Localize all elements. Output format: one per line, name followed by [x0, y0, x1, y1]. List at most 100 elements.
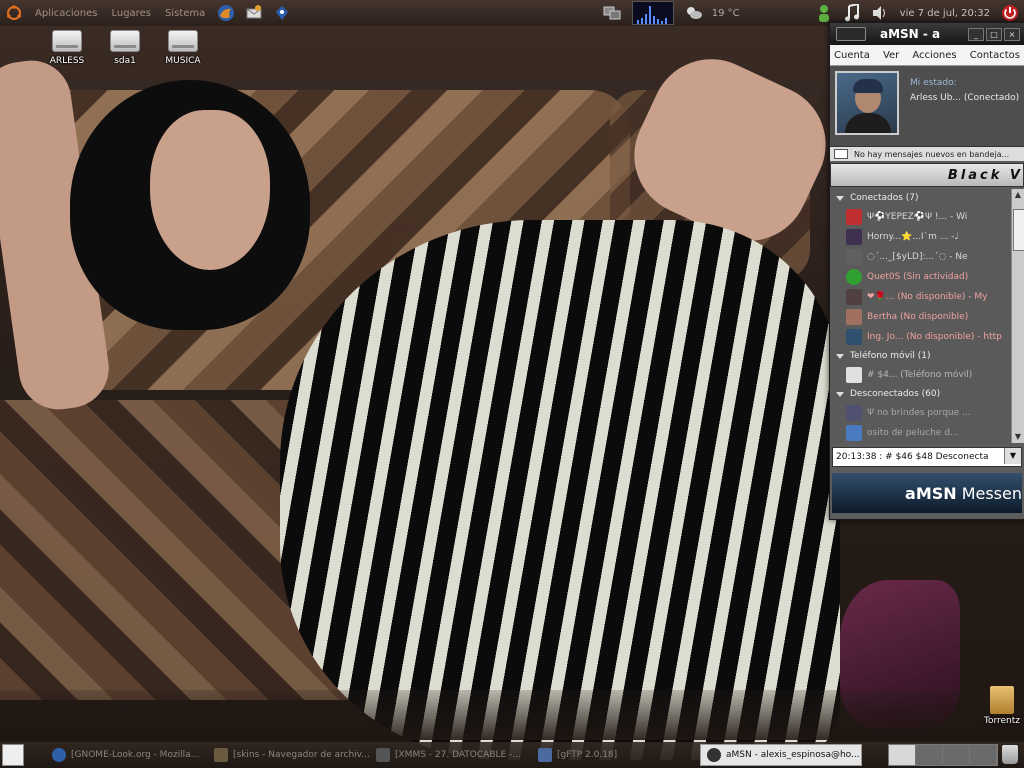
desktop-icon-torrentz[interactable]: Torrentz — [980, 686, 1024, 726]
contact-avatar — [846, 329, 862, 345]
workspace-switcher[interactable] — [888, 744, 998, 766]
taskbar-item-amsn[interactable]: aMSN - alexis_espinosa@ho... — [700, 744, 862, 766]
contact-name: Ψ⚽YEPEZ⚽Ψ !... - Wi — [867, 212, 968, 222]
brand-main: aMSN — [905, 483, 957, 503]
desktop-icon-label: Torrentz — [983, 716, 1020, 726]
contact-item[interactable]: ❤🌹... (No disponible) - My — [830, 287, 1024, 307]
weather-icon[interactable] — [683, 2, 705, 24]
taskbar-label: [skins - Navegador de archiv... — [233, 750, 370, 760]
desktop-icon-musica[interactable]: MUSICA — [153, 30, 213, 66]
desktop-icon-label: ARLESS — [49, 56, 85, 66]
contact-avatar — [846, 405, 862, 421]
contact-item[interactable]: Ψ⚽YEPEZ⚽Ψ !... - Wi — [830, 207, 1024, 227]
contact-avatar — [846, 289, 862, 305]
amsn-menubar: Cuenta Ver Acciones Contactos — [830, 45, 1024, 66]
ubuntu-logo-icon[interactable] — [3, 2, 25, 24]
menu-sistema[interactable]: Sistema — [158, 8, 212, 19]
clock[interactable]: vie 7 de jul, 20:32 — [900, 8, 990, 19]
contact-item[interactable]: Ing. Jo... (No disponible) - http — [830, 327, 1024, 347]
workspace-2[interactable] — [916, 745, 943, 765]
trash-icon[interactable] — [1002, 745, 1018, 764]
volume-icon[interactable] — [869, 2, 891, 24]
minimize-button[interactable]: _ — [968, 28, 984, 41]
desktop-icon-sda1[interactable]: sda1 — [95, 30, 155, 66]
chevron-down-icon[interactable]: ▼ — [1004, 448, 1021, 464]
folder-icon — [990, 686, 1014, 714]
contact-item[interactable]: osito de peluche d... — [830, 423, 1024, 443]
amsn-brand-banner: aMSN Messen — [832, 473, 1022, 513]
workspace-3[interactable] — [943, 745, 970, 765]
contact-item[interactable]: Horny...⭐...I`m ... -♩ — [830, 227, 1024, 247]
avatar[interactable] — [835, 71, 899, 135]
close-button[interactable]: × — [1004, 28, 1020, 41]
contact-avatar — [846, 269, 862, 285]
scroll-thumb[interactable] — [1013, 209, 1024, 251]
contact-avatar — [846, 209, 862, 225]
wallpaper-floor — [0, 690, 1024, 740]
contact-item[interactable]: Bertha (No disponible) — [830, 307, 1024, 327]
menu-acciones[interactable]: Acciones — [912, 50, 956, 61]
status-label: Mi estado: — [910, 78, 957, 88]
show-desktop-button[interactable] — [2, 744, 24, 766]
contact-name: Ing. Jo... (No disponible) - http — [867, 332, 1002, 342]
contact-item[interactable]: Ψ no brindes porque ... — [830, 403, 1024, 423]
scroll-up-icon[interactable]: ▲ — [1012, 189, 1024, 201]
folder-icon — [214, 748, 228, 762]
amsn-window: aMSN - a _ □ × Cuenta Ver Acciones Conta… — [829, 22, 1024, 520]
system-monitor-graph[interactable] — [631, 1, 674, 25]
power-icon[interactable] — [999, 2, 1021, 24]
window-menu-button[interactable] — [836, 27, 866, 41]
contact-item[interactable]: ◌´..._[$yLD]:...´◌ - Ne — [830, 247, 1024, 267]
contact-item[interactable]: # $4... (Teléfono móvil) — [830, 365, 1024, 385]
xmms-icon — [376, 748, 390, 762]
contact-name: Quet0S (Sin actividad) — [867, 272, 969, 282]
desktop-icon-label: MUSICA — [165, 56, 201, 66]
group-mobile[interactable]: Teléfono móvil (1) — [830, 347, 1024, 365]
desktop-icon-arless[interactable]: ARLESS — [37, 30, 97, 66]
wallpaper-figure-face — [150, 110, 270, 270]
group-label: Conectados (7) — [850, 193, 919, 203]
contact-name: Ψ no brindes porque ... — [867, 408, 971, 418]
taskbar-item-nautilus[interactable]: [skins - Navegador de archiv... — [208, 745, 370, 765]
contact-name: osito de peluche d... — [867, 428, 959, 438]
menu-cuenta[interactable]: Cuenta — [834, 50, 870, 61]
contact-item[interactable]: Quet0S (Sin actividad) — [830, 267, 1024, 287]
brand-sub: Messen — [961, 483, 1022, 503]
my-status[interactable]: Arless Ub... (Conectado) — [910, 93, 1019, 103]
menu-aplicaciones[interactable]: Aplicaciones — [28, 8, 104, 19]
taskbar-item-gftp[interactable]: [gFTP 2.0.18] — [532, 745, 694, 765]
contact-avatar — [846, 229, 862, 245]
skin-banner: Black V — [830, 163, 1024, 187]
menu-lugares[interactable]: Lugares — [104, 8, 157, 19]
contact-list: Conectados (7) Ψ⚽YEPEZ⚽Ψ !... - Wi Horny… — [830, 189, 1024, 443]
contact-name: ❤🌹... (No disponible) - My — [867, 292, 988, 302]
menu-ver[interactable]: Ver — [883, 50, 899, 61]
bottom-panel: [GNOME-Look.org - Mozilla... [skins - Na… — [0, 742, 1024, 768]
firefox-launcher-icon[interactable] — [215, 2, 237, 24]
maximize-button[interactable]: □ — [986, 28, 1002, 41]
network-monitor-icon[interactable] — [601, 2, 623, 24]
scroll-down-icon[interactable]: ▼ — [1012, 431, 1024, 443]
workspace-4[interactable] — [970, 745, 997, 765]
user-status-icon[interactable] — [813, 2, 835, 24]
group-offline[interactable]: Desconectados (60) — [830, 385, 1024, 403]
group-online[interactable]: Conectados (7) — [830, 189, 1024, 207]
status-message-combo[interactable]: 20:13:38 : # $46 $48 Desconecta ▼ — [832, 447, 1022, 467]
chevron-down-icon — [836, 391, 844, 397]
taskbar-item-xmms[interactable]: [XMMS - 27. DATOCABLE -... — [370, 745, 532, 765]
mail-notice[interactable]: No hay mensajes nuevos en bandeja... — [830, 147, 1024, 161]
menu-contactos[interactable]: Contactos — [970, 50, 1020, 61]
chevron-down-icon — [836, 195, 844, 201]
workspace-1[interactable] — [889, 745, 916, 765]
amsn-titlebar[interactable]: aMSN - a _ □ × — [830, 23, 1024, 45]
taskbar-item-firefox[interactable]: [GNOME-Look.org - Mozilla... — [46, 745, 208, 765]
music-note-icon[interactable] — [841, 2, 863, 24]
status-message-text: 20:13:38 : # $46 $48 Desconecta — [836, 452, 989, 462]
contact-list-scrollbar[interactable]: ▲ ▼ — [1011, 189, 1024, 443]
drive-icon — [52, 30, 82, 52]
contact-avatar — [846, 309, 862, 325]
contact-name: ◌´..._[$yLD]:...´◌ - Ne — [867, 252, 968, 262]
mail-launcher-icon[interactable] — [243, 2, 265, 24]
network-launcher-icon[interactable] — [271, 2, 293, 24]
mail-notice-text: No hay mensajes nuevos en bandeja... — [854, 149, 1010, 159]
